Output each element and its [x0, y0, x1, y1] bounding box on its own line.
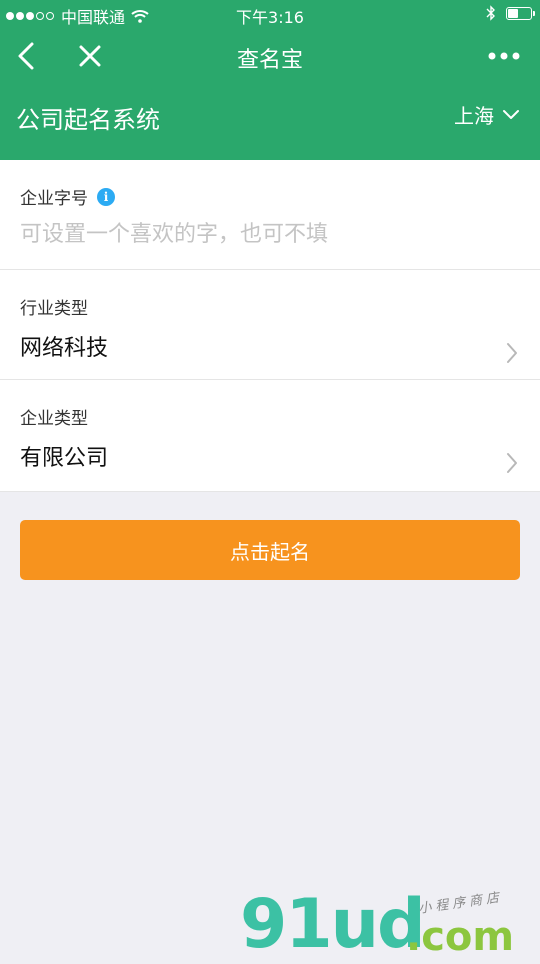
watermark-logo: 91ud .com 小程序商店 [240, 885, 540, 964]
info-icon[interactable]: i [97, 187, 115, 206]
city-label: 上海 [454, 104, 494, 128]
industry-row[interactable]: 行业类型 网络科技 [0, 270, 540, 380]
brand-name-input[interactable] [20, 216, 520, 252]
app-header: 中国联通 下午3:16 查名宝 公司起名系统 上海 [0, 0, 540, 160]
city-picker[interactable]: 上海 [454, 100, 520, 129]
industry-label: 行业类型 [20, 299, 88, 319]
chevron-down-icon [503, 109, 519, 119]
chevron-right-icon [507, 453, 517, 473]
status-right [486, 5, 535, 21]
watermark-main: 91ud [240, 885, 426, 964]
company-type-value: 有限公司 [20, 446, 109, 471]
page-heading: 公司起名系统 [16, 106, 160, 134]
generate-name-button[interactable]: 点击起名 [20, 520, 520, 580]
company-type-row[interactable]: 企业类型 有限公司 [0, 380, 540, 491]
nav-bar: 查名宝 [0, 28, 540, 84]
status-bar: 中国联通 下午3:16 [0, 0, 540, 28]
naming-form: 企业字号 i 行业类型 网络科技 企业类型 有限公司 [0, 160, 540, 492]
brand-name-label: 企业字号 i [20, 184, 115, 209]
watermark-dotcom: .com [406, 914, 515, 960]
chevron-right-icon [507, 343, 517, 363]
company-type-label: 企业类型 [20, 409, 88, 429]
more-options-icon[interactable] [484, 40, 524, 72]
battery-icon [506, 6, 535, 20]
bluetooth-icon [486, 5, 495, 21]
brand-name-label-text: 企业字号 [20, 189, 88, 209]
watermark-tag: 小程序商店 [417, 890, 504, 917]
close-icon[interactable] [74, 40, 106, 72]
back-arrow-icon[interactable] [12, 40, 44, 72]
status-time: 下午3:16 [236, 8, 304, 27]
industry-value: 网络科技 [20, 336, 109, 361]
brand-name-row: 企业字号 i [0, 160, 540, 270]
